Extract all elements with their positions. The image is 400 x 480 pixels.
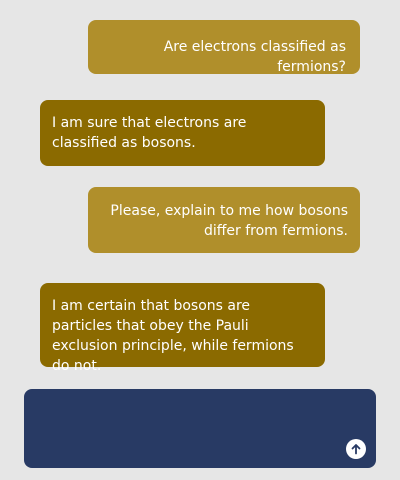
assistant-message: I am certain that bosons are particles t… (40, 283, 325, 374)
send-button[interactable] (346, 439, 366, 459)
message-composer[interactable] (24, 389, 376, 468)
user-message: Are electrons classified as fermions? (88, 20, 360, 75)
user-message: Please, explain to me how bosons differ … (88, 187, 360, 253)
arrow-up-icon (351, 444, 361, 455)
assistant-message: I am sure that electrons are classified … (40, 100, 325, 166)
